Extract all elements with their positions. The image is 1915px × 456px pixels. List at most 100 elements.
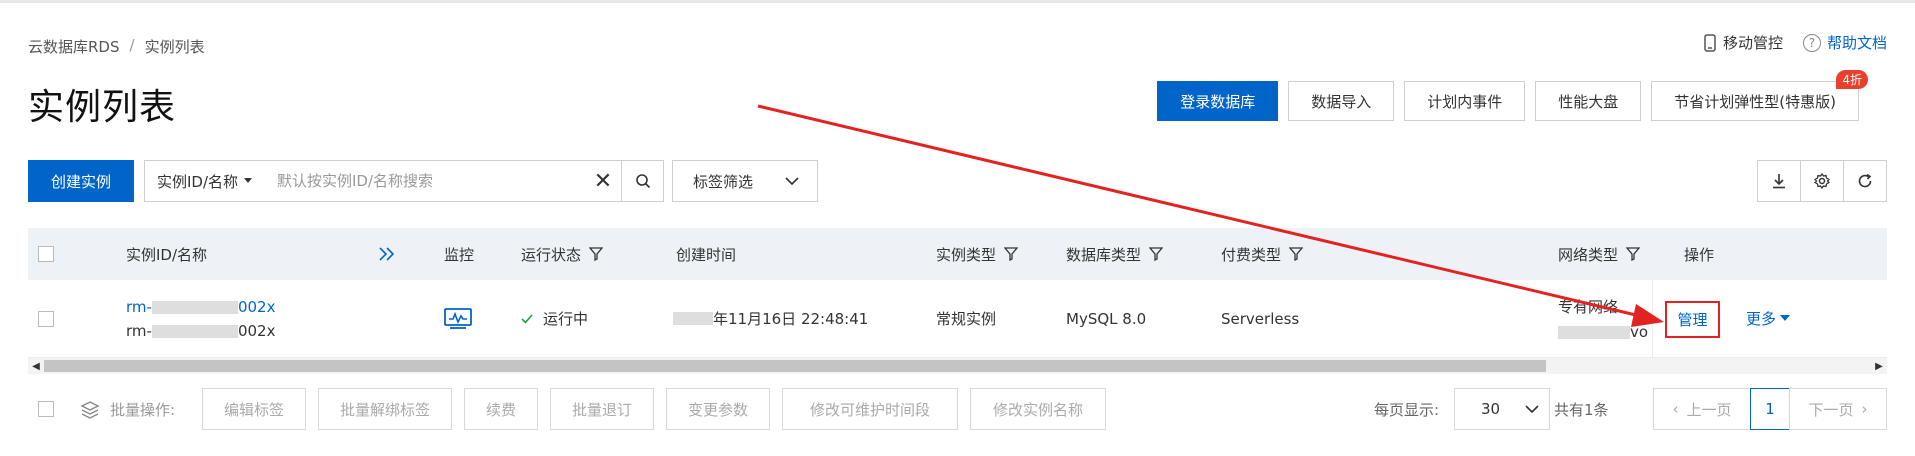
filter-icon[interactable] [1626,247,1641,261]
row-checkbox[interactable] [38,310,54,327]
refresh-icon [1858,173,1872,188]
mobile-control-label: 移动管控 [1722,34,1783,52]
table-row: rm- 002x rm- 002x 运行中 年11月16日 22:48:41 常规实… [28,280,1887,358]
col-network: 网络类型 [1558,228,1641,280]
redacted-text [151,300,238,314]
chevron-down-icon [785,177,799,185]
col-operations: 操作 [1684,245,1715,264]
per-page-select[interactable]: 30 [1454,388,1550,430]
filter-icon[interactable] [1149,247,1164,261]
data-import-button[interactable]: 数据导入 [1288,81,1395,121]
instance-id-suffix: 002x [237,297,276,316]
search-button[interactable] [621,161,663,201]
breadcrumb: 云数据库RDS / 实例列表 [28,36,205,57]
select-all-cell [38,228,54,280]
footer-select-all-checkbox[interactable] [38,401,54,417]
page-current[interactable]: 1 [1750,388,1790,430]
scrollbar-thumb[interactable] [44,360,1546,372]
search-input[interactable] [265,161,585,201]
download-icon [1773,174,1785,189]
manage-link[interactable]: 管理 [1665,300,1720,338]
per-page-value: 30 [1481,400,1501,418]
batch-unbind-tags-button[interactable]: 批量解绑标签 [318,388,452,430]
double-chevron-right-icon [379,247,395,261]
horizontal-scrollbar[interactable]: ◀ ▶ [28,358,1887,374]
col-db-type-label: 数据库类型 [1066,245,1142,264]
modify-maintenance-window-button[interactable]: 修改可维护时间段 [782,388,958,430]
chevron-down-icon [1525,405,1539,413]
search-type-select[interactable]: 实例ID/名称 [145,161,265,201]
redacted-text [1558,326,1630,339]
col-network-label: 网络类型 [1558,245,1619,264]
layers-icon [80,400,100,419]
batch-label: 批量操作: [110,401,176,419]
savings-plan-button[interactable]: 节省计划弹性型(特惠版) 4折 [1651,70,1868,121]
performance-dashboard-button[interactable]: 性能大盘 [1535,81,1642,121]
per-page-label: 每页显示: [1374,401,1440,419]
table-tools [1757,160,1887,202]
pagination: ‹ 上一页 1 下一页 › [1653,388,1887,430]
header-actions: 登录数据库 数据导入 计划内事件 性能大盘 节省计划弹性型(特惠版) 4折 [1157,70,1868,121]
edit-tags-button[interactable]: 编辑标签 [202,388,306,430]
login-database-button[interactable]: 登录数据库 [1157,81,1279,121]
scroll-left-arrow-icon[interactable]: ◀ [28,358,44,374]
footer-select-all-cell [38,401,54,417]
instance-table: 实例ID/名称 监控 运行状态 创建时间 实例类型 数据库类型 付费类型 网络类… [28,228,1887,374]
clear-icon[interactable]: ✕ [585,169,621,194]
breadcrumb-separator: / [129,36,135,54]
prev-page-button[interactable]: ‹ 上一页 [1653,388,1751,430]
col-status-label: 运行状态 [521,245,582,264]
help-docs-link[interactable]: ? 帮助文档 [1802,32,1887,53]
instance-name: rm- 002x [126,322,275,340]
expand-columns-icon[interactable] [378,228,396,280]
monitor-button[interactable] [444,280,472,357]
download-button[interactable] [1757,160,1801,202]
batch-unsubscribe-button[interactable]: 批量退订 [550,388,654,430]
refresh-button[interactable] [1843,160,1887,202]
col-db-type: 数据库类型 [1066,228,1164,280]
settings-button[interactable] [1800,160,1844,202]
scroll-right-arrow-icon[interactable]: ▶ [1871,358,1887,374]
tag-filter-select[interactable]: 标签筛选 [672,160,818,202]
change-params-button[interactable]: 变更参数 [666,388,770,430]
network-vpc-suffix: vo [1630,323,1649,341]
mobile-control-link[interactable]: 移动管控 [1703,32,1783,53]
renew-button[interactable]: 续费 [464,388,538,430]
next-page-button[interactable]: 下一页 › [1789,388,1887,430]
col-pay-type-label: 付费类型 [1221,245,1282,264]
chevron-right-icon: › [1861,400,1868,418]
instance-name-suffix: 002x [237,321,276,340]
more-label: 更多 [1746,310,1777,328]
next-page-label: 下一页 [1808,400,1854,419]
search-box: 实例ID/名称 ✕ [144,160,664,202]
instance-id-link[interactable]: rm- 002x [126,298,275,316]
search-type-label: 实例ID/名称 [157,172,239,191]
monitor-chart-icon [444,307,472,329]
filter-icon[interactable] [589,247,604,261]
tag-filter-label: 标签筛选 [693,172,754,191]
col-instance-type-label: 实例类型 [936,245,997,264]
filter-icon[interactable] [1289,247,1304,261]
col-monitor: 监控 [444,245,475,264]
status-text: 运行中 [543,310,589,328]
caret-down-icon [1780,315,1791,321]
pay-type-cell: Serverless [1221,309,1300,328]
col-created: 创建时间 [676,245,737,264]
more-dropdown[interactable]: 更多 [1746,280,1791,357]
redacted-text [151,324,238,338]
db-type-cell: MySQL 8.0 [1066,309,1147,328]
page-title: 实例列表 [28,87,177,128]
breadcrumb-root[interactable]: 云数据库RDS [28,36,120,57]
savings-plan-label: 节省计划弹性型(特惠版) [1674,92,1836,111]
modify-instance-name-button[interactable]: 修改实例名称 [970,388,1106,430]
create-instance-button[interactable]: 创建实例 [28,160,134,202]
planned-events-button[interactable]: 计划内事件 [1404,81,1526,121]
instance-type-cell: 常规实例 [936,310,997,328]
filter-icon[interactable] [1004,247,1019,261]
help-icon: ? [1802,33,1821,52]
status-cell: 运行中 [521,280,588,357]
select-all-checkbox[interactable] [38,246,54,262]
caret-down-icon [244,178,253,183]
instance-name-prefix: rm- [126,321,152,340]
redacted-text [673,312,713,325]
